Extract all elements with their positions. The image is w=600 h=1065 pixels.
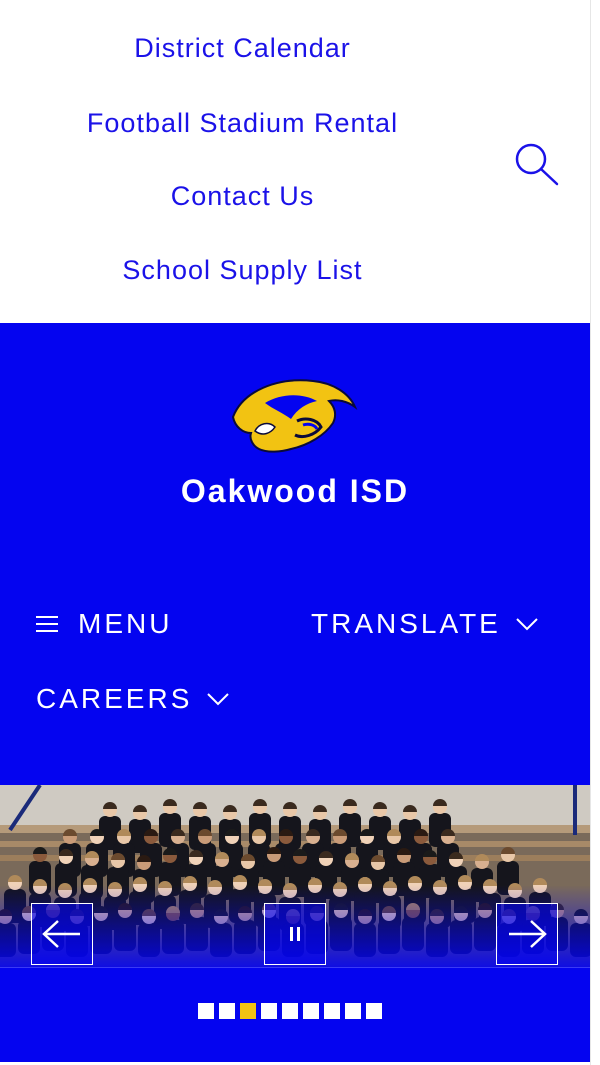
translate-button[interactable]: TRANSLATE bbox=[311, 608, 539, 640]
slide-indicator-6[interactable] bbox=[303, 1003, 319, 1019]
link-district-calendar[interactable]: District Calendar bbox=[0, 33, 485, 64]
link-contact-us[interactable]: Contact Us bbox=[0, 181, 485, 212]
arrow-right-icon bbox=[509, 920, 547, 948]
next-slide-button[interactable] bbox=[496, 903, 558, 965]
hamburger-icon bbox=[36, 615, 58, 633]
menu-button[interactable]: MENU bbox=[36, 608, 172, 640]
arrow-left-icon bbox=[42, 920, 80, 948]
pause-icon bbox=[290, 927, 300, 941]
slide-indicator-7[interactable] bbox=[324, 1003, 340, 1019]
slide-indicators bbox=[198, 1003, 382, 1019]
slide-indicator-9[interactable] bbox=[366, 1003, 382, 1019]
slide-indicators-band bbox=[0, 967, 590, 1062]
link-school-supply-list[interactable]: School Supply List bbox=[0, 255, 485, 286]
previous-slide-button[interactable] bbox=[31, 903, 93, 965]
search-button[interactable] bbox=[510, 138, 562, 190]
page: District Calendar Football Stadium Renta… bbox=[0, 0, 590, 1065]
quick-links-nav: District Calendar Football Stadium Renta… bbox=[0, 0, 590, 323]
slide-indicator-8[interactable] bbox=[345, 1003, 361, 1019]
careers-label: CAREERS bbox=[36, 683, 193, 714]
search-icon bbox=[515, 143, 559, 186]
slide-indicator-2[interactable] bbox=[219, 1003, 235, 1019]
translate-label: TRANSLATE bbox=[311, 608, 501, 639]
slide-indicator-4[interactable] bbox=[261, 1003, 277, 1019]
link-football-stadium-rental[interactable]: Football Stadium Rental bbox=[0, 108, 485, 139]
slide-indicator-3[interactable] bbox=[240, 1003, 256, 1019]
chevron-down-icon bbox=[516, 618, 538, 631]
slide-indicator-5[interactable] bbox=[282, 1003, 298, 1019]
site-title[interactable]: Oakwood ISD bbox=[0, 473, 590, 510]
careers-button[interactable]: CAREERS bbox=[36, 683, 230, 715]
pause-slideshow-button[interactable] bbox=[264, 903, 326, 965]
panther-logo-icon[interactable] bbox=[225, 373, 360, 455]
scrollbar-track[interactable] bbox=[590, 0, 600, 1065]
menu-label: MENU bbox=[78, 608, 173, 639]
slide-indicator-1[interactable] bbox=[198, 1003, 214, 1019]
site-header: Oakwood ISD MENU TRANSLATE CAREERS bbox=[0, 323, 590, 785]
hero-slideshow bbox=[0, 785, 590, 967]
chevron-down-icon bbox=[207, 693, 230, 706]
